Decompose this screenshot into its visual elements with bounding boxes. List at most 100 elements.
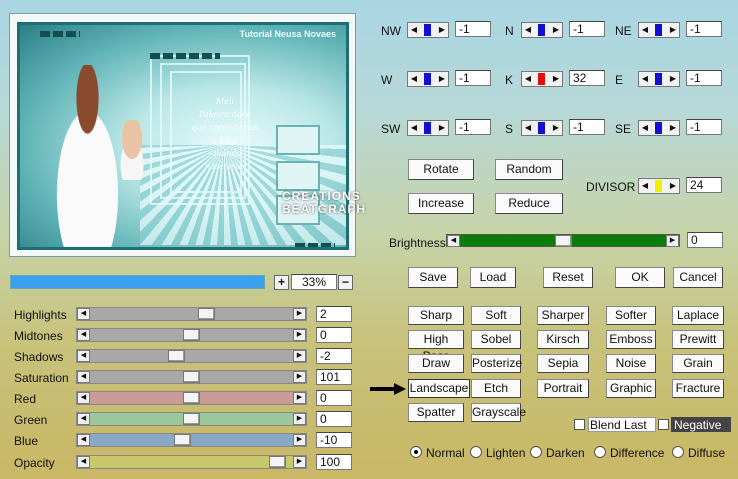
chevron-left-icon[interactable]: ◀	[522, 23, 534, 37]
zoom-out-button[interactable]: −	[338, 275, 353, 290]
matrix-spinner-se[interactable]: ◀ ▶	[638, 120, 680, 136]
matrix-field-w[interactable]: -1	[455, 70, 491, 86]
ok-button[interactable]: OK	[615, 267, 665, 288]
blend-last-checkbox[interactable]	[574, 419, 585, 430]
load-button[interactable]: Load	[470, 267, 516, 288]
zoom-in-button[interactable]: +	[274, 275, 289, 290]
preset-posterize-button[interactable]: Posterize	[471, 354, 522, 373]
preset-sharp-button[interactable]: Sharp	[408, 306, 464, 325]
slider-shadows[interactable]: ◀ ▶	[76, 349, 307, 363]
matrix-field-se[interactable]: -1	[686, 119, 722, 135]
mode-normal-radio[interactable]	[410, 446, 422, 458]
preset-graphic-button[interactable]: Graphic	[606, 379, 656, 398]
chevron-right-icon[interactable]: ▶	[666, 235, 679, 247]
preset-laplace-button[interactable]: Laplace	[672, 306, 724, 325]
slider-value-highlights[interactable]: 2	[316, 306, 352, 322]
slider-saturation[interactable]: ◀ ▶	[76, 370, 307, 384]
preset-noise-button[interactable]: Noise	[606, 354, 656, 373]
chevron-left-icon[interactable]: ◀	[77, 350, 90, 362]
preset-high-pass-button[interactable]: High Pass	[408, 330, 464, 363]
chevron-left-icon[interactable]: ◀	[77, 434, 90, 446]
preset-kirsch-button[interactable]: Kirsch	[537, 330, 589, 349]
chevron-right-icon[interactable]: ▶	[550, 23, 562, 37]
chevron-right-icon[interactable]: ▶	[667, 121, 679, 135]
matrix-field-k[interactable]: 32	[569, 70, 605, 86]
chevron-right-icon[interactable]: ▶	[293, 329, 306, 341]
chevron-right-icon[interactable]: ▶	[667, 23, 679, 37]
zoom-bar[interactable]	[10, 275, 265, 289]
preset-portrait-button[interactable]: Portrait	[537, 379, 589, 398]
matrix-field-s[interactable]: -1	[569, 119, 605, 135]
slider-thumb[interactable]	[183, 371, 200, 383]
chevron-left-icon[interactable]: ◀	[77, 371, 90, 383]
matrix-field-nw[interactable]: -1	[455, 21, 491, 37]
chevron-right-icon[interactable]: ▶	[293, 308, 306, 320]
chevron-right-icon[interactable]: ▶	[550, 72, 562, 86]
chevron-left-icon[interactable]: ◀	[77, 329, 90, 341]
preset-softer-button[interactable]: Softer	[606, 306, 656, 325]
slider-green[interactable]: ◀ ▶	[76, 412, 307, 426]
chevron-left-icon[interactable]: ◀	[77, 392, 90, 404]
chevron-right-icon[interactable]: ▶	[293, 413, 306, 425]
negative-checkbox[interactable]	[658, 419, 669, 430]
chevron-left-icon[interactable]: ◀	[522, 72, 534, 86]
slider-opacity[interactable]: ◀ ▶	[76, 455, 307, 469]
chevron-right-icon[interactable]: ▶	[550, 121, 562, 135]
preset-sepia-button[interactable]: Sepia	[537, 354, 589, 373]
divisor-field[interactable]: 24	[686, 177, 722, 193]
save-button[interactable]: Save	[408, 267, 458, 288]
preset-prewitt-button[interactable]: Prewitt	[672, 330, 724, 349]
slider-value-blue[interactable]: -10	[316, 432, 352, 448]
preset-landscape-button[interactable]: Landscape	[408, 379, 470, 398]
matrix-spinner-k[interactable]: ◀ ▶	[521, 71, 563, 87]
slider-thumb[interactable]	[197, 308, 215, 320]
chevron-right-icon[interactable]: ▶	[436, 23, 448, 37]
chevron-left-icon[interactable]: ◀	[639, 23, 651, 37]
chevron-left-icon[interactable]: ◀	[639, 121, 651, 135]
preset-sobel-button[interactable]: Sobel	[471, 330, 521, 349]
brightness-slider[interactable]: ◀ ▶	[446, 234, 680, 247]
divisor-spinner[interactable]: ◀ ▶	[638, 178, 680, 194]
matrix-field-e[interactable]: -1	[686, 70, 722, 86]
slider-thumb[interactable]	[183, 413, 200, 425]
chevron-left-icon[interactable]: ◀	[447, 235, 460, 247]
slider-value-midtones[interactable]: 0	[316, 327, 352, 343]
chevron-right-icon[interactable]: ▶	[293, 456, 306, 468]
slider-blue[interactable]: ◀ ▶	[76, 433, 307, 447]
chevron-right-icon[interactable]: ▶	[667, 179, 679, 193]
brightness-field[interactable]: 0	[687, 232, 723, 248]
slider-thumb[interactable]	[183, 392, 200, 404]
matrix-spinner-ne[interactable]: ◀ ▶	[638, 22, 680, 38]
matrix-spinner-n[interactable]: ◀ ▶	[521, 22, 563, 38]
matrix-field-sw[interactable]: -1	[455, 119, 491, 135]
slider-value-green[interactable]: 0	[316, 411, 352, 427]
matrix-spinner-w[interactable]: ◀ ▶	[407, 71, 449, 87]
preset-spatter-button[interactable]: Spatter	[408, 403, 464, 422]
preset-grayscale-button[interactable]: Grayscale	[471, 403, 526, 422]
slider-value-shadows[interactable]: -2	[316, 348, 352, 364]
preset-grain-button[interactable]: Grain	[672, 354, 724, 373]
chevron-right-icon[interactable]: ▶	[293, 350, 306, 362]
chevron-left-icon[interactable]: ◀	[639, 72, 651, 86]
chevron-left-icon[interactable]: ◀	[408, 23, 420, 37]
chevron-right-icon[interactable]: ▶	[293, 371, 306, 383]
preset-draw-button[interactable]: Draw	[408, 354, 464, 373]
chevron-right-icon[interactable]: ▶	[293, 392, 306, 404]
mode-diffuse-radio[interactable]	[672, 446, 684, 458]
matrix-spinner-nw[interactable]: ◀ ▶	[407, 22, 449, 38]
chevron-left-icon[interactable]: ◀	[639, 179, 651, 193]
slider-value-red[interactable]: 0	[316, 390, 352, 406]
slider-thumb[interactable]	[183, 329, 200, 341]
preset-emboss-button[interactable]: Emboss	[606, 330, 656, 349]
reset-button[interactable]: Reset	[543, 267, 593, 288]
preset-etch-button[interactable]: Etch	[471, 379, 521, 398]
slider-red[interactable]: ◀ ▶	[76, 391, 307, 405]
preset-soft-button[interactable]: Soft	[471, 306, 521, 325]
mode-darken-radio[interactable]	[530, 446, 542, 458]
chevron-left-icon[interactable]: ◀	[408, 72, 420, 86]
rotate-button[interactable]: Rotate	[408, 159, 474, 180]
matrix-field-n[interactable]: -1	[569, 21, 605, 37]
slider-midtones[interactable]: ◀ ▶	[76, 328, 307, 342]
brightness-thumb[interactable]	[554, 235, 572, 247]
preset-sharper-button[interactable]: Sharper	[537, 306, 589, 325]
